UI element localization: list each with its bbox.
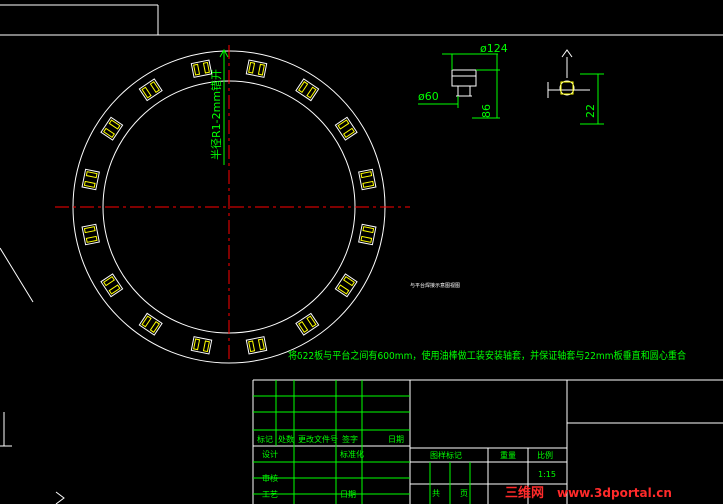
row-date: 日期 bbox=[340, 490, 356, 499]
dim-diameter-124: ø124 bbox=[480, 42, 508, 55]
row-standard: 标准化 bbox=[340, 449, 364, 459]
watermark-brand: 三维网 bbox=[505, 485, 544, 501]
row-process: 工艺 bbox=[262, 490, 278, 499]
row-check: 审核 bbox=[262, 473, 278, 483]
col-change-doc: 更改文件号 bbox=[298, 434, 338, 444]
dim-height-22: 22 bbox=[584, 104, 597, 118]
col-date: 日期 bbox=[388, 435, 404, 444]
col-sign: 签字 bbox=[342, 434, 358, 444]
main-note: 将δ22板与平台之间有600mm，使用油棒做工装安装轴套，并保证轴套与22mm板… bbox=[288, 349, 686, 362]
watermark-url: www.3dportal.cn bbox=[557, 486, 672, 500]
small-note: 与平台焊接示意图视图 bbox=[410, 282, 460, 289]
cad-drawing: 半径R1-2mm错开 ø124 ø60 86 22 与平台焊接示意图视图 将δ2… bbox=[0, 0, 723, 504]
dim-diameter-60: ø60 bbox=[418, 90, 439, 103]
row-design: 设计 bbox=[262, 449, 278, 459]
col-count: 处数 bbox=[278, 434, 294, 444]
scale-value: 1:15 bbox=[538, 470, 556, 479]
radius-label: 半径R1-2mm错开 bbox=[209, 69, 223, 160]
sheet-total: 共 bbox=[432, 489, 440, 498]
col-mark: 标记 bbox=[257, 434, 273, 444]
sheet-unit: 页 bbox=[460, 489, 468, 498]
stage-mark: 图样标记 bbox=[430, 450, 462, 460]
weight-label: 重量 bbox=[500, 450, 516, 460]
scale-label: 比例 bbox=[537, 450, 553, 460]
dim-height-86: 86 bbox=[480, 104, 493, 118]
